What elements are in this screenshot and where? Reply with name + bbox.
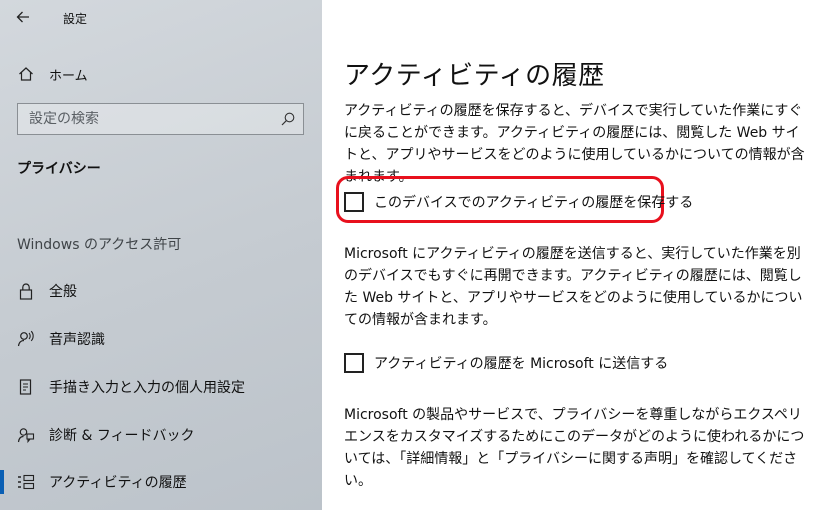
back-arrow-icon — [16, 11, 29, 23]
inking-icon — [16, 377, 36, 397]
sidebar-item-label: 診断 & フィードバック — [49, 428, 195, 444]
sidebar-item-label: アクティビティの履歴 — [49, 475, 187, 491]
group-title: Windows のアクセス許可 — [17, 237, 182, 253]
sidebar-item-label: 音声認識 — [49, 332, 105, 348]
sidebar-item-home[interactable]: ホーム — [0, 54, 322, 94]
sidebar: 設定 ホーム プライバシー Windows のアクセス許可 — [0, 0, 322, 510]
page-title: アクティビティの履歴 — [344, 61, 605, 91]
privacy-description: Microsoft の製品やサービスで、プライバシーを尊重しながらエクスペリエン… — [344, 407, 805, 489]
send-activity-history-label[interactable]: アクティビティの履歴を Microsoft に送信する — [374, 353, 668, 373]
section-title: プライバシー — [17, 161, 101, 177]
back-button[interactable] — [10, 5, 36, 29]
sidebar-item-activity-history[interactable]: アクティビティの履歴 — [0, 462, 322, 502]
feedback-icon — [16, 425, 36, 445]
send-activity-history-checkbox-row[interactable]: アクティビティの履歴を Microsoft に送信する — [344, 350, 668, 376]
settings-window: 設定 ホーム プライバシー Windows のアクセス許可 — [0, 0, 815, 510]
home-icon — [16, 64, 36, 84]
send-to-microsoft-description: Microsoft にアクティビティの履歴を送信すると、実行していた作業を別のデ… — [344, 246, 803, 328]
store-activity-history-checkbox[interactable] — [344, 192, 364, 212]
activity-history-icon — [16, 472, 36, 492]
sidebar-item-diagnostics[interactable]: 診断 & フィードバック — [0, 415, 322, 455]
send-activity-history-checkbox[interactable] — [344, 353, 364, 373]
title-bar: 設定 — [0, 0, 322, 34]
sidebar-item-inking[interactable]: 手描き入力と入力の個人用設定 — [0, 367, 322, 407]
sidebar-item-general[interactable]: 全般 — [0, 271, 322, 311]
store-activity-history-label[interactable]: このデバイスでのアクティビティの履歴を保存する — [374, 192, 693, 212]
lock-icon — [16, 281, 36, 301]
sidebar-item-label: 全般 — [49, 284, 77, 300]
activity-history-description: アクティビティの履歴を保存すると、デバイスで実行していた作業にすぐに戻ることがで… — [344, 103, 805, 185]
sidebar-item-label: ホーム — [49, 68, 88, 84]
search-input[interactable] — [18, 111, 268, 127]
store-activity-history-checkbox-row[interactable]: このデバイスでのアクティビティの履歴を保存する — [344, 189, 693, 215]
speech-icon — [16, 329, 36, 349]
search-icon[interactable] — [280, 111, 296, 127]
content-pane: アクティビティの履歴 アクティビティの履歴を保存すると、デバイスで実行していた作… — [322, 0, 815, 510]
sidebar-item-label: 手描き入力と入力の個人用設定 — [49, 380, 245, 396]
app-title: 設定 — [63, 12, 88, 26]
search-box[interactable] — [17, 103, 304, 135]
sidebar-item-speech[interactable]: 音声認識 — [0, 319, 322, 359]
